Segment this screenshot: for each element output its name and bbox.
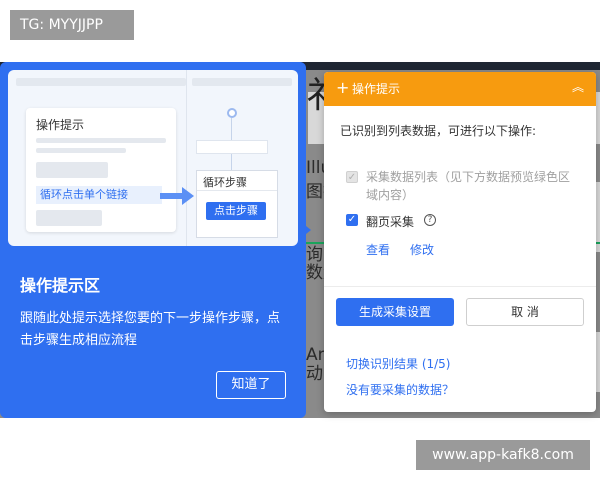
illustration-step-button: 点击步骤 <box>206 202 266 220</box>
flow-step-box <box>196 140 268 154</box>
illustration-line <box>192 78 292 86</box>
checkbox-collect-list[interactable]: ✓ <box>346 171 358 183</box>
illustration-divider <box>186 70 187 246</box>
got-it-button[interactable]: 知道了 <box>216 371 286 399</box>
illustration-arrow <box>160 193 184 199</box>
help-icon[interactable]: ? <box>424 214 436 226</box>
guide-panel: 操作提示 循环点击单个链接 循环步骤 点击步骤 操作提示区 跟随此处提示选择您要… <box>0 62 306 418</box>
background-text: 数量 <box>306 263 324 283</box>
collapse-icon[interactable]: ︽ <box>572 79 584 95</box>
popup-title: 操作提示 <box>352 82 401 96</box>
watermark-bottom: www.app-kafk8.com <box>416 440 590 470</box>
illustration-line <box>16 78 186 86</box>
checkbox-paging[interactable]: ✓ <box>346 214 358 226</box>
illustration-line <box>36 148 126 153</box>
flow-connector <box>231 154 232 170</box>
screen: TG: MYYJJPP 礻 Illu 图抖 询 数量 Am 动i 操作提示 循环… <box>0 0 600 480</box>
recognized-message: 已识别到列表数据，可进行以下操作: <box>340 124 537 138</box>
background-heading-glyph: 礻 <box>306 76 324 116</box>
illustration-divider <box>197 190 277 191</box>
illustration-tip-card: 操作提示 循环点击单个链接 <box>26 108 176 232</box>
switch-result-link[interactable]: 切换识别结果 (1/5) <box>346 355 451 372</box>
illustration-loop-link: 循环点击单个链接 <box>36 186 162 204</box>
illustration-block <box>36 162 108 178</box>
generate-settings-button[interactable]: 生成采集设置 <box>336 298 454 326</box>
guide-illustration: 操作提示 循环点击单个链接 循环步骤 点击步骤 <box>8 70 298 246</box>
background-text: 询 <box>306 245 323 265</box>
illustration-loop-title: 循环步骤 <box>203 176 247 189</box>
illustration-line <box>36 138 166 143</box>
plus-icon: + <box>336 78 350 97</box>
illustration-card-title: 操作提示 <box>36 118 85 132</box>
arrow-right-icon <box>182 187 194 205</box>
cancel-button[interactable]: 取 消 <box>466 298 584 326</box>
option-paging-label: 翻页采集 <box>366 215 415 229</box>
background-text: 动i <box>306 364 324 384</box>
guide-description: 跟随此处提示选择您要的下一步操作步骤，点击步骤生成相应流程 <box>20 311 281 348</box>
edit-link[interactable]: 修改 <box>410 241 434 258</box>
background-text: 图抖 <box>306 182 324 202</box>
guide-title: 操作提示区 <box>20 276 101 295</box>
flow-connector <box>231 118 232 140</box>
flow-start-icon <box>227 108 237 118</box>
view-link[interactable]: 查看 <box>366 241 390 258</box>
background-text: Illu <box>306 158 324 178</box>
option-collect-list-label: 采集数据列表（见下方数据预览绿色区域内容） <box>366 170 571 202</box>
illustration-loop-box: 循环步骤 点击步骤 <box>196 170 278 238</box>
operation-tip-popup: + 操作提示 ︽ 已识别到列表数据，可进行以下操作: ✓ 采集数据列表（见下方数… <box>324 72 596 412</box>
guide-pointer-arrow <box>301 222 311 238</box>
watermark-top: TG: MYYJJPP <box>10 10 134 40</box>
no-data-link[interactable]: 没有要采集的数据？ <box>346 381 454 398</box>
background-text: Am <box>306 345 324 365</box>
popup-divider <box>324 286 596 287</box>
popup-header: + 操作提示 ︽ <box>324 72 596 106</box>
illustration-block <box>36 210 102 226</box>
